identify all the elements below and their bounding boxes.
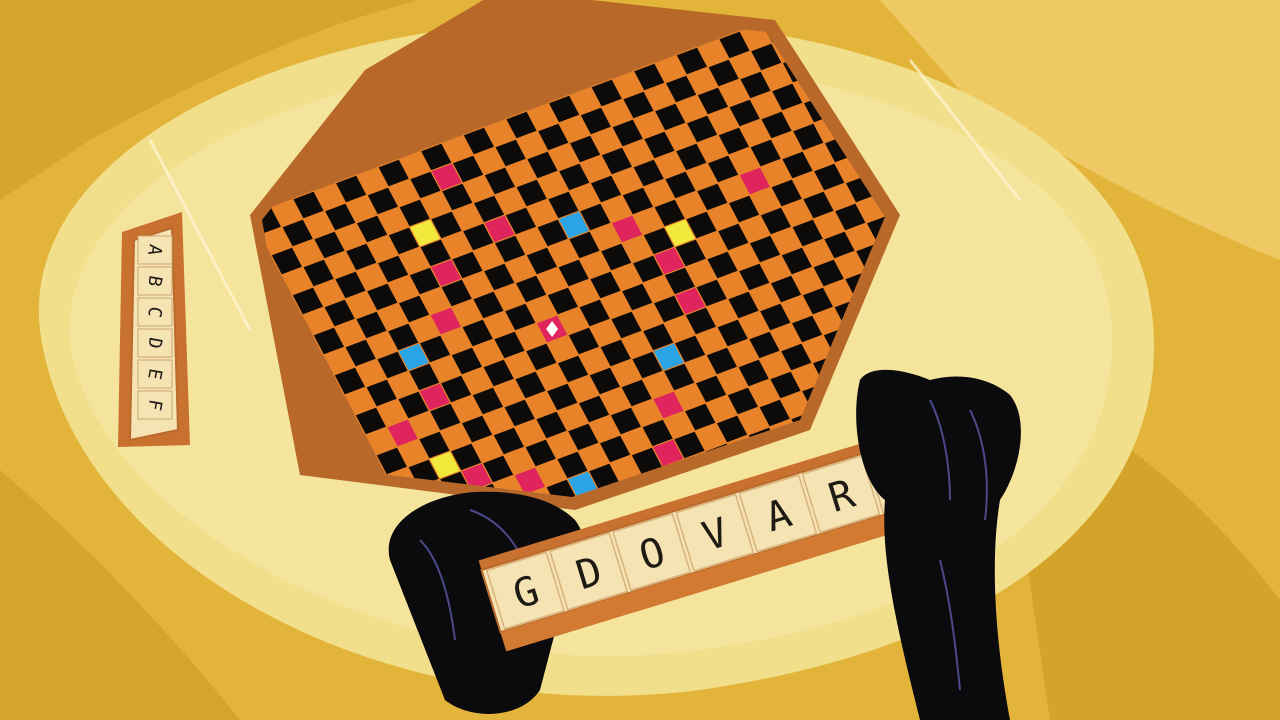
front-rack: GDOVARF <box>388 369 1021 720</box>
scrabble-scene: ABCDEF GDOVARF <box>0 0 1280 720</box>
